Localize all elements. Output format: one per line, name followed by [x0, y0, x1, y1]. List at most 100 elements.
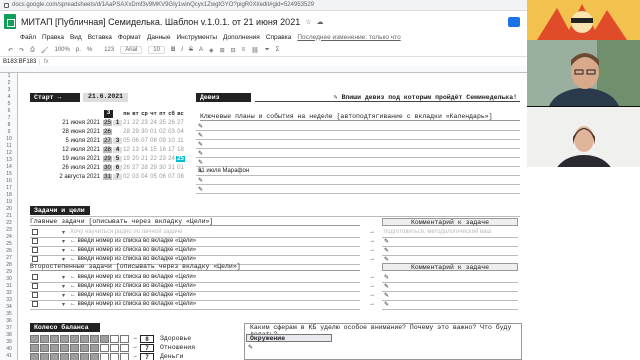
wheel-cell[interactable]: [90, 335, 99, 343]
print-icon[interactable]: ⎙: [30, 47, 35, 54]
day-cell[interactable]: 01: [149, 129, 158, 135]
day-cell[interactable]: 29: [131, 129, 140, 135]
wheel-cell[interactable]: [50, 353, 59, 360]
merge-icon[interactable]: ⊟: [231, 47, 236, 54]
number-format[interactable]: 123: [104, 47, 114, 53]
wheel-cell[interactable]: [40, 344, 49, 352]
row-number[interactable]: 19: [0, 199, 18, 205]
pencil-icon[interactable]: ✎: [384, 274, 389, 281]
day-cell[interactable]: 24: [167, 156, 176, 162]
day-cell[interactable]: 01: [176, 165, 185, 171]
wheel-score[interactable]: 7: [140, 353, 154, 360]
font-size-select[interactable]: 10: [148, 46, 165, 54]
wheel-cell[interactable]: [120, 344, 129, 352]
text-color-icon[interactable]: A: [199, 47, 203, 53]
wheel-cell[interactable]: [80, 335, 89, 343]
row-number[interactable]: 27: [0, 255, 18, 261]
week-mark[interactable]: 3: [113, 138, 122, 144]
day-cell[interactable]: 07: [167, 174, 176, 180]
row-number[interactable]: 33: [0, 297, 18, 303]
dropdown-arrow-icon[interactable]: ▾: [62, 292, 65, 299]
wheel-cell[interactable]: [50, 344, 59, 352]
wheel-cell[interactable]: [50, 335, 59, 343]
row-number[interactable]: 15: [0, 171, 18, 177]
day-cell[interactable]: 02: [158, 129, 167, 135]
event-note[interactable]: 31 июля Марафон: [198, 168, 249, 174]
name-box[interactable]: B183:BF183: [0, 58, 40, 65]
row-number[interactable]: 8: [0, 122, 18, 128]
task-hint[interactable]: ← введи номер из списка во вкладке «Цели…: [70, 256, 196, 262]
wheel-cell[interactable]: [70, 344, 79, 352]
wheel-cell[interactable]: [30, 335, 39, 343]
wheel-cell[interactable]: [100, 335, 109, 343]
row-number[interactable]: 2: [0, 80, 18, 86]
link-icon[interactable]: ⛓: [251, 47, 259, 54]
row-number[interactable]: 1: [0, 73, 18, 79]
wheel-score[interactable]: 8: [140, 335, 154, 343]
row-number[interactable]: 16: [0, 178, 18, 184]
task-hint[interactable]: ← введи номер из списка во вкладке «Цели…: [70, 283, 196, 289]
row-number[interactable]: 29: [0, 269, 18, 275]
spreadsheet-grid[interactable]: 1 2 3 4 5 6 7 8 9 10 11 12 13 14 15 16 17 18 19 20 21 22 23 24 2…: [0, 66, 527, 360]
day-cell[interactable]: 08: [149, 138, 158, 144]
day-cell[interactable]: 20: [131, 156, 140, 162]
row-number[interactable]: 14: [0, 164, 18, 170]
row-number[interactable]: 12: [0, 150, 18, 156]
wheel-cell[interactable]: [120, 335, 129, 343]
pencil-icon[interactable]: ✎: [384, 283, 389, 290]
focus-select[interactable]: Окружение: [246, 334, 332, 342]
wheel-cell[interactable]: [30, 344, 39, 352]
task-checkbox[interactable]: [32, 274, 38, 280]
align-icon[interactable]: ≡: [242, 47, 246, 53]
row-number[interactable]: 34: [0, 304, 18, 310]
task-checkbox[interactable]: [32, 283, 38, 289]
sheets-logo-icon[interactable]: [4, 14, 16, 29]
task-hint[interactable]: ← введи номер из списка во вкладке «Цели…: [70, 247, 196, 253]
day-cell[interactable]: 06: [158, 174, 167, 180]
functions-icon[interactable]: Σ: [276, 47, 280, 53]
menu-item[interactable]: Формат: [118, 34, 141, 41]
menu-item[interactable]: Вставка: [88, 34, 112, 41]
day-cell[interactable]: 25: [176, 156, 185, 162]
row-number[interactable]: 37: [0, 325, 18, 331]
task-hint[interactable]: ← введи номер из списка во вкладке «Цели…: [70, 301, 196, 307]
menu-item[interactable]: Справка: [266, 34, 292, 41]
day-cell[interactable]: 14: [140, 147, 149, 153]
task-hint[interactable]: ← введи номер из списка во вкладке «Цели…: [70, 238, 196, 244]
motto-text[interactable]: ✎ Впиши девиз под которым пройдёт Семине…: [255, 93, 520, 102]
filter-icon[interactable]: ⏷: [265, 47, 270, 54]
dropdown-arrow-icon[interactable]: ▾: [62, 301, 65, 308]
day-cell[interactable]: 25: [158, 120, 167, 126]
task-checkbox[interactable]: [32, 256, 38, 262]
dropdown-arrow-icon[interactable]: ▾: [62, 247, 65, 254]
row-number[interactable]: 5: [0, 101, 18, 107]
day-cell[interactable]: 28: [122, 129, 131, 135]
dropdown-arrow-icon[interactable]: ▾: [62, 274, 65, 281]
row-number[interactable]: 24: [0, 234, 18, 240]
day-cell[interactable]: 27: [131, 165, 140, 171]
wheel-cell[interactable]: [80, 344, 89, 352]
day-cell[interactable]: 19: [122, 156, 131, 162]
wheel-score[interactable]: 7: [140, 344, 154, 352]
row-number[interactable]: 7: [0, 115, 18, 121]
wheel-cell[interactable]: [60, 335, 69, 343]
day-cell[interactable]: 21: [122, 120, 131, 126]
week-mark[interactable]: 1: [113, 120, 122, 126]
day-cell[interactable]: 17: [167, 147, 176, 153]
day-cell[interactable]: 04: [176, 129, 185, 135]
wheel-cell[interactable]: [110, 335, 119, 343]
row-number[interactable]: 23: [0, 227, 18, 233]
task-checkbox[interactable]: [32, 229, 38, 235]
task-hint[interactable]: ← введи номер из списка во вкладке «Цели…: [70, 292, 196, 298]
address-bar[interactable]: docs.google.com/spreadsheets/d/1AaPSAXxD…: [0, 0, 527, 11]
dropdown-arrow-icon[interactable]: ▾: [62, 283, 65, 290]
day-cell[interactable]: 13: [131, 147, 140, 153]
cloud-icon[interactable]: ☁: [316, 18, 323, 26]
week-mark[interactable]: 4: [113, 147, 122, 153]
italic-icon[interactable]: I: [181, 47, 183, 53]
week-mark[interactable]: 7: [113, 174, 122, 180]
currency-button[interactable]: р.: [76, 47, 81, 53]
wheel-cell[interactable]: [60, 353, 69, 360]
borders-icon[interactable]: ⊞: [220, 47, 225, 54]
day-cell[interactable]: 26: [167, 120, 176, 126]
